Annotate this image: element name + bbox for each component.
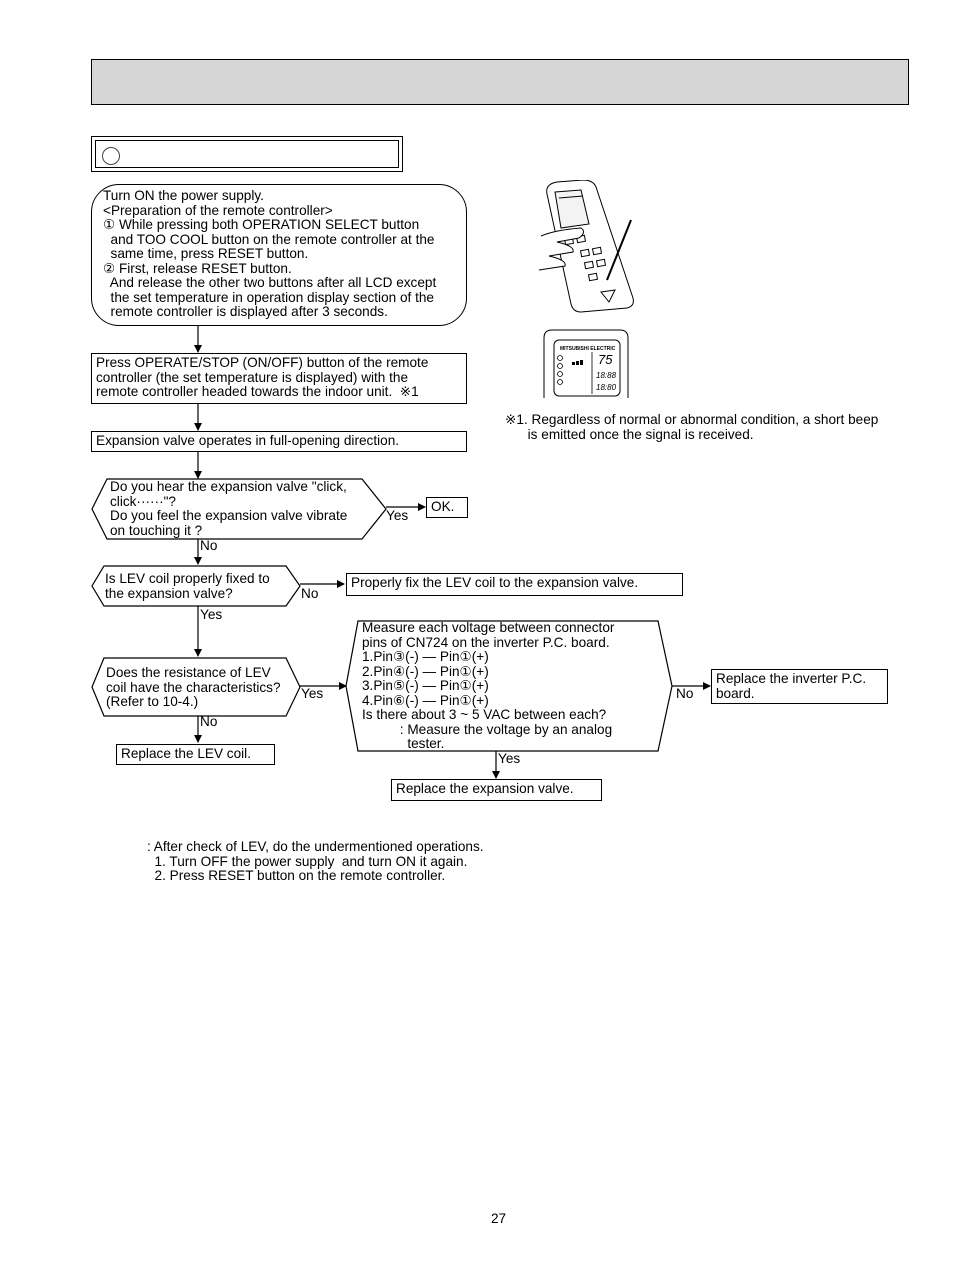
decision-fixed-yes-label: Yes [200, 607, 223, 622]
action-replace-board-line: board. [716, 685, 755, 701]
start-line: <Preparation of the remote controller> [103, 202, 333, 218]
step-expansion-text: Expansion valve operates in full-opening… [96, 433, 400, 448]
footer-note-line: 1. Turn OFF the power supply and turn ON… [147, 853, 468, 869]
decision-voltage-line: 3.Pin⑤(-) — Pin①(+) [362, 678, 489, 693]
action-replace-coil-box: Replace the LEV coil. [116, 744, 275, 765]
remote-button [583, 260, 595, 270]
step-operate-box: Press OPERATE/STOP (ON/OFF) button of th… [91, 353, 467, 404]
decision-click-line: click······"? [110, 493, 176, 509]
remote-button [595, 258, 607, 268]
decision-click-no-label: No [200, 538, 218, 553]
decision-fixed-text: Is LEV coil properly fixed to the expans… [105, 571, 270, 601]
action-fix-text: Properly fix the LEV coil to the expansi… [351, 575, 639, 590]
remote-button [587, 272, 599, 282]
decision-voltage-text: Measure each voltage between connector p… [362, 620, 615, 752]
start-line: Turn ON the power supply. [103, 188, 264, 203]
step-operate-line: Press OPERATE/STOP (ON/OFF) button of th… [96, 355, 429, 370]
decision-voltage-line: 2.Pin④(-) — Pin①(+) [362, 663, 489, 679]
remote-lcd-illustration: MITSUBISHI ELECTRIC 75 18:88 18:80 [543, 329, 629, 398]
note-1-line: is emitted once the signal is received. [505, 426, 754, 442]
decision-click-text: Do you hear the expansion valve "click, … [110, 479, 348, 538]
lcd-time-2: 18:80 [596, 383, 617, 392]
start-box: Turn ON the power supply. <Preparation o… [91, 184, 467, 326]
action-fix-box: Properly fix the LEV coil to the expansi… [346, 573, 683, 596]
decision-resistance-no-label: No [200, 714, 218, 729]
decision-resistance-text: Does the resistance of LEV coil have the… [106, 665, 281, 710]
decision-resistance-line: coil have the characteristics? [106, 679, 281, 695]
decision-voltage-line: 4.Pin⑥(-) — Pin①(+) [362, 692, 489, 708]
start-line: remote controller is displayed after 3 s… [103, 304, 388, 319]
note-1: ※1. Regardless of normal or abnormal con… [505, 412, 879, 442]
start-line: the set temperature in operation display… [103, 289, 434, 305]
decision-click-yes-label: Yes [386, 508, 409, 523]
decision-voltage-no-label: No [676, 686, 694, 701]
footer-note-line: 2. Press RESET button on the remote cont… [147, 868, 446, 884]
decision-click-line: Do you feel the expansion valve vibrate [110, 508, 348, 523]
result-ok-text: OK. [431, 499, 455, 514]
note-1-line: ※1. Regardless of normal or abnormal con… [505, 412, 879, 427]
start-line: ① While pressing both OPERATION SELECT b… [103, 217, 420, 232]
start-line: and TOO COOL button on the remote contro… [103, 231, 435, 247]
decision-voltage-line: tester. [362, 736, 445, 751]
decision-fixed-line: Is LEV coil properly fixed to [105, 571, 270, 586]
lcd-time-1: 18:88 [596, 371, 617, 380]
decision-resistance-yes-label: Yes [301, 686, 324, 701]
remote-button [591, 246, 603, 256]
footer-note-line: : After check of LEV, do the undermentio… [147, 839, 484, 854]
start-line: ② First, release RESET button. [103, 260, 292, 276]
decision-voltage-line: Is there about 3 ~ 5 VAC between each? [362, 707, 607, 722]
start-line: same time, press RESET button. [103, 246, 309, 261]
decision-fixed-no-label: No [301, 586, 319, 601]
decision-resistance-line: (Refer to 10-4.) [106, 694, 199, 709]
decision-voltage-line: pins of CN724 on the inverter P.C. board… [362, 634, 610, 650]
action-replace-valve-text: Replace the expansion valve. [396, 781, 574, 796]
remote-button [579, 248, 591, 258]
decision-fixed-line: the expansion valve? [105, 585, 233, 601]
start-line: And release the other two buttons after … [103, 275, 437, 290]
step-operate-line: remote controller headed towards the ind… [96, 384, 419, 399]
lcd-temperature: 75 [598, 352, 613, 367]
action-replace-valve-box: Replace the expansion valve. [391, 779, 602, 801]
decision-voltage-line: Measure each voltage between connector [362, 620, 615, 635]
decision-voltage-line: : Measure the voltage by an analog [362, 721, 613, 737]
decision-click-line: on touching it ? [110, 522, 203, 538]
decision-resistance-line: Does the resistance of LEV [106, 665, 271, 680]
action-replace-board-line: Replace the inverter P.C. [716, 671, 867, 686]
footer-note: : After check of LEV, do the undermentio… [147, 839, 484, 884]
step-expansion-box: Expansion valve operates in full-opening… [91, 431, 467, 452]
decision-voltage-yes-label: Yes [498, 751, 521, 766]
action-replace-board-box: Replace the inverter P.C. board. [711, 669, 888, 704]
page-number: 27 [491, 1211, 507, 1226]
remote-hand-illustration [538, 180, 634, 313]
decision-voltage-line: 1.Pin③(-) — Pin①(+) [362, 649, 489, 664]
action-replace-coil-text: Replace the LEV coil. [121, 746, 251, 761]
decision-click-line: Do you hear the expansion valve "click, [110, 479, 347, 494]
lcd-fan-bars [572, 362, 575, 365]
result-ok-box: OK. [426, 497, 468, 518]
step-operate-line: controller (the set temperature is displ… [96, 369, 409, 385]
